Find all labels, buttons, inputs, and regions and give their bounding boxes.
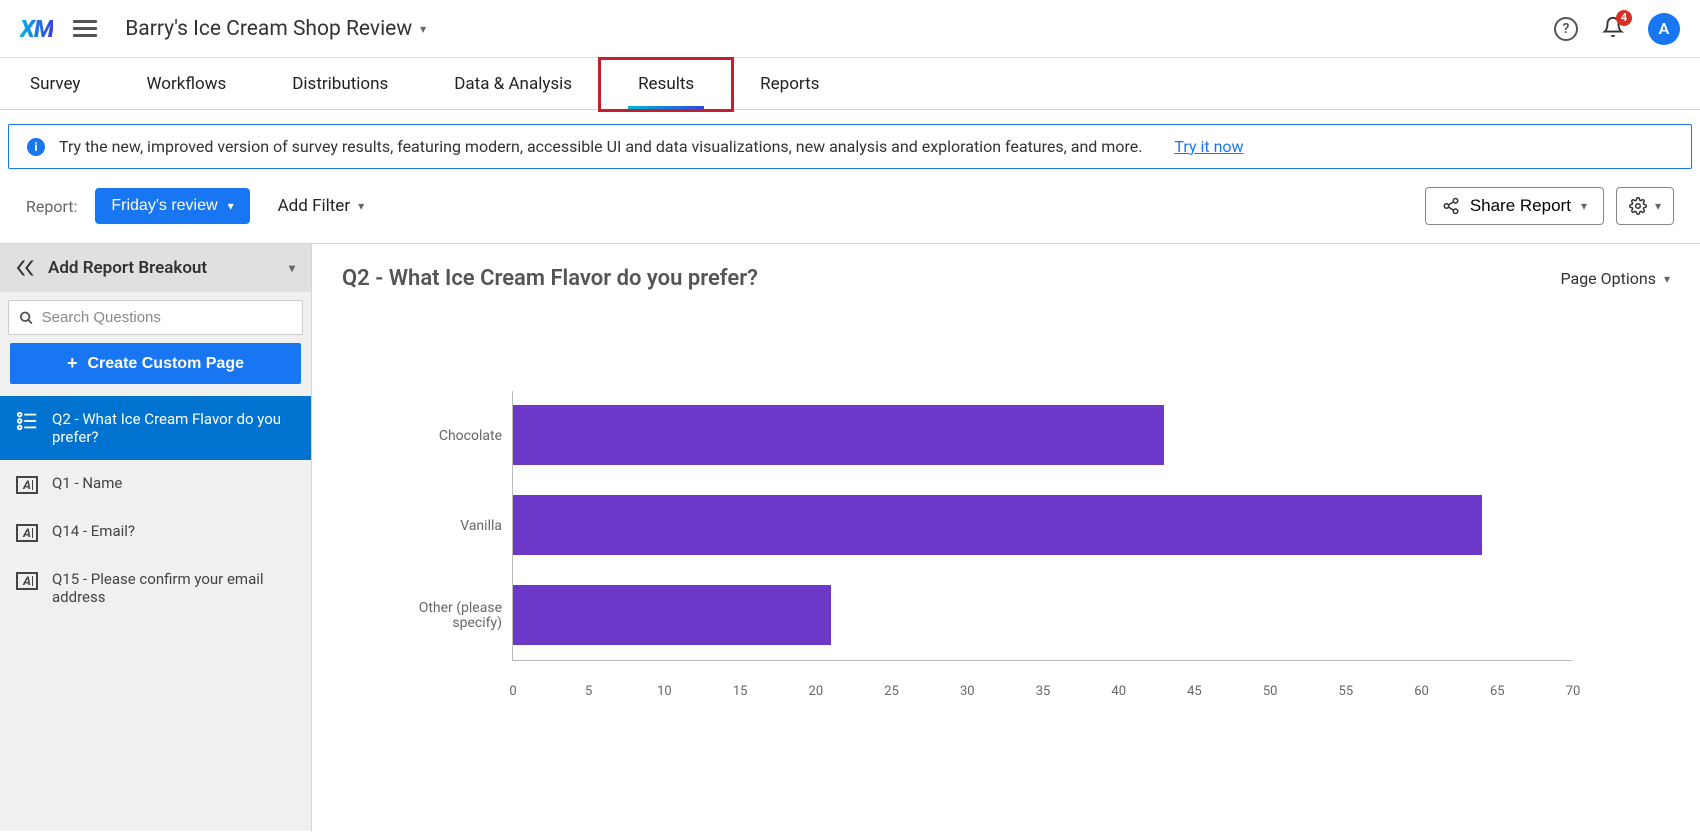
chart: Chocolate Vanilla Other (please specify)… bbox=[402, 391, 1670, 661]
x-tick: 40 bbox=[1111, 684, 1126, 699]
x-tick: 70 bbox=[1566, 684, 1581, 699]
info-icon: i bbox=[27, 138, 45, 156]
x-tick: 55 bbox=[1339, 684, 1354, 699]
tab-survey[interactable]: Survey bbox=[20, 58, 90, 109]
notifications-button[interactable]: 4 bbox=[1602, 16, 1624, 42]
chevron-down-icon: ▾ bbox=[1664, 272, 1670, 286]
nav-tabs: Survey Workflows Distributions Data & An… bbox=[0, 58, 1700, 110]
content-panel: Q2 - What Ice Cream Flavor do you prefer… bbox=[312, 244, 1700, 831]
tab-workflows[interactable]: Workflows bbox=[136, 58, 236, 109]
x-tick: 20 bbox=[809, 684, 824, 699]
share-icon bbox=[1442, 197, 1460, 215]
share-report-button[interactable]: Share Report ▾ bbox=[1425, 187, 1604, 225]
report-toolbar: Report: Friday's review ▾ Add Filter ▾ S… bbox=[0, 169, 1700, 243]
chevron-down-icon: ▾ bbox=[1581, 199, 1587, 213]
project-title: Barry's Ice Cream Shop Review bbox=[125, 17, 412, 41]
main-area: Add Report Breakout ▾ + Create Custom Pa… bbox=[0, 243, 1700, 831]
plus-icon: + bbox=[67, 353, 78, 374]
y-label-vanilla: Vanilla bbox=[402, 491, 502, 561]
avatar[interactable]: A bbox=[1648, 13, 1680, 45]
chart-y-labels: Chocolate Vanilla Other (please specify) bbox=[402, 391, 512, 661]
bar-vanilla[interactable] bbox=[513, 495, 1482, 555]
project-title-dropdown[interactable]: Barry's Ice Cream Shop Review ▾ bbox=[125, 17, 426, 41]
text-entry-icon: A bbox=[16, 476, 38, 494]
text-entry-icon: A bbox=[16, 572, 38, 590]
banner-text: Try the new, improved version of survey … bbox=[59, 137, 1142, 156]
report-dropdown[interactable]: Friday's review ▾ bbox=[95, 188, 249, 224]
search-icon bbox=[19, 310, 34, 326]
chevron-down-icon: ▾ bbox=[228, 199, 234, 213]
chevron-down-icon: ▾ bbox=[358, 199, 364, 213]
x-tick: 30 bbox=[960, 684, 975, 699]
tab-data-analysis[interactable]: Data & Analysis bbox=[444, 58, 582, 109]
add-filter-dropdown[interactable]: Add Filter ▾ bbox=[278, 196, 365, 216]
x-tick: 5 bbox=[585, 684, 592, 699]
chart-plot-area: 0510152025303540455055606570 bbox=[512, 391, 1572, 661]
x-tick: 50 bbox=[1263, 684, 1278, 699]
settings-button[interactable]: ▾ bbox=[1616, 187, 1674, 225]
page-options-dropdown[interactable]: Page Options ▾ bbox=[1560, 269, 1670, 288]
bar-other[interactable] bbox=[513, 585, 831, 645]
logo[interactable]: XM bbox=[20, 15, 53, 43]
top-bar: XM Barry's Ice Cream Shop Review ▾ ? 4 A bbox=[0, 0, 1700, 58]
create-custom-page-button[interactable]: + Create Custom Page bbox=[10, 343, 301, 384]
x-tick: 10 bbox=[657, 684, 672, 699]
question-title: Q2 - What Ice Cream Flavor do you prefer… bbox=[342, 266, 758, 291]
x-tick: 65 bbox=[1490, 684, 1505, 699]
x-tick: 60 bbox=[1414, 684, 1429, 699]
text-entry-icon: A bbox=[16, 524, 38, 542]
sidebar-item-q1[interactable]: A Q1 - Name bbox=[0, 460, 311, 508]
notification-badge: 4 bbox=[1616, 10, 1632, 26]
multiple-choice-icon bbox=[16, 410, 38, 432]
y-label-chocolate: Chocolate bbox=[402, 401, 502, 471]
sidebar-item-q14[interactable]: A Q14 - Email? bbox=[0, 508, 311, 556]
breakout-icon bbox=[16, 258, 36, 278]
info-banner: i Try the new, improved version of surve… bbox=[8, 124, 1692, 169]
x-tick: 35 bbox=[1036, 684, 1051, 699]
bar-chocolate[interactable] bbox=[513, 405, 1164, 465]
add-report-breakout[interactable]: Add Report Breakout ▾ bbox=[0, 244, 311, 292]
tab-results[interactable]: Results bbox=[628, 58, 704, 109]
chevron-down-icon: ▾ bbox=[1655, 199, 1661, 213]
tab-distributions[interactable]: Distributions bbox=[282, 58, 398, 109]
x-tick: 45 bbox=[1187, 684, 1202, 699]
chevron-down-icon: ▾ bbox=[289, 261, 295, 275]
tab-reports[interactable]: Reports bbox=[750, 58, 829, 109]
help-icon[interactable]: ? bbox=[1554, 17, 1578, 41]
report-label: Report: bbox=[26, 197, 77, 216]
x-tick: 15 bbox=[733, 684, 748, 699]
sidebar: Add Report Breakout ▾ + Create Custom Pa… bbox=[0, 244, 312, 831]
menu-icon[interactable] bbox=[73, 16, 97, 41]
gear-icon bbox=[1629, 197, 1647, 215]
y-label-other: Other (please specify) bbox=[402, 581, 502, 651]
try-it-now-link[interactable]: Try it now bbox=[1174, 137, 1243, 156]
sidebar-item-q15[interactable]: A Q15 - Please confirm your email addres… bbox=[0, 556, 311, 620]
search-questions-input[interactable] bbox=[8, 300, 303, 335]
x-tick: 0 bbox=[509, 684, 516, 699]
chevron-down-icon: ▾ bbox=[420, 22, 426, 36]
sidebar-item-q2[interactable]: Q2 - What Ice Cream Flavor do you prefer… bbox=[0, 396, 311, 460]
search-input-field[interactable] bbox=[42, 309, 292, 326]
x-tick: 25 bbox=[884, 684, 899, 699]
